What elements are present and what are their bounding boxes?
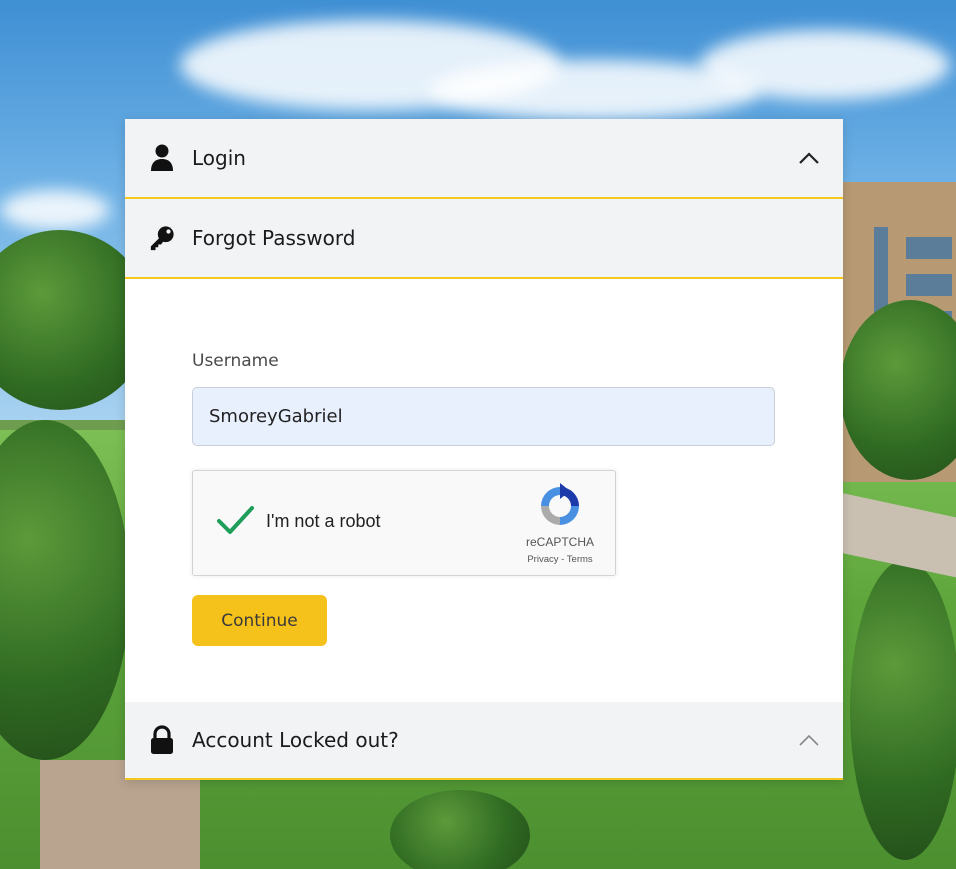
- chevron-up-icon[interactable]: [797, 732, 821, 748]
- forgot-password-section-title: Forgot Password: [192, 226, 356, 250]
- account-locked-section-title: Account Locked out?: [192, 728, 399, 752]
- lock-icon: [149, 725, 175, 755]
- cloud: [0, 190, 110, 230]
- recaptcha-widget: I'm not a robot reCAPTCHA Privacy - Term…: [192, 470, 616, 576]
- recaptcha-logo-icon: [537, 483, 583, 529]
- recaptcha-label: I'm not a robot: [266, 511, 381, 531]
- recaptcha-privacy-link[interactable]: Privacy: [527, 554, 558, 565]
- user-icon: [149, 143, 175, 173]
- username-label: Username: [192, 351, 279, 371]
- key-icon: [149, 223, 175, 253]
- chevron-up-icon[interactable]: [797, 150, 821, 166]
- cloud: [700, 30, 950, 100]
- recaptcha-link-separator: -: [558, 554, 567, 565]
- recaptcha-checkmark-icon[interactable]: [215, 501, 255, 541]
- login-section-title: Login: [192, 146, 246, 170]
- account-locked-section-header[interactable]: Account Locked out?: [125, 702, 843, 780]
- username-input[interactable]: [192, 387, 775, 446]
- recaptcha-links: Privacy - Terms: [493, 554, 627, 565]
- tree: [850, 560, 956, 860]
- login-section-header[interactable]: Login: [125, 119, 843, 199]
- forgot-password-section-header[interactable]: Forgot Password: [125, 199, 843, 279]
- login-card: Login Forgot Password Username I'm not a…: [125, 119, 843, 780]
- recaptcha-terms-link[interactable]: Terms: [567, 554, 593, 565]
- continue-button[interactable]: Continue: [192, 595, 327, 646]
- recaptcha-brand: reCAPTCHA: [525, 535, 594, 549]
